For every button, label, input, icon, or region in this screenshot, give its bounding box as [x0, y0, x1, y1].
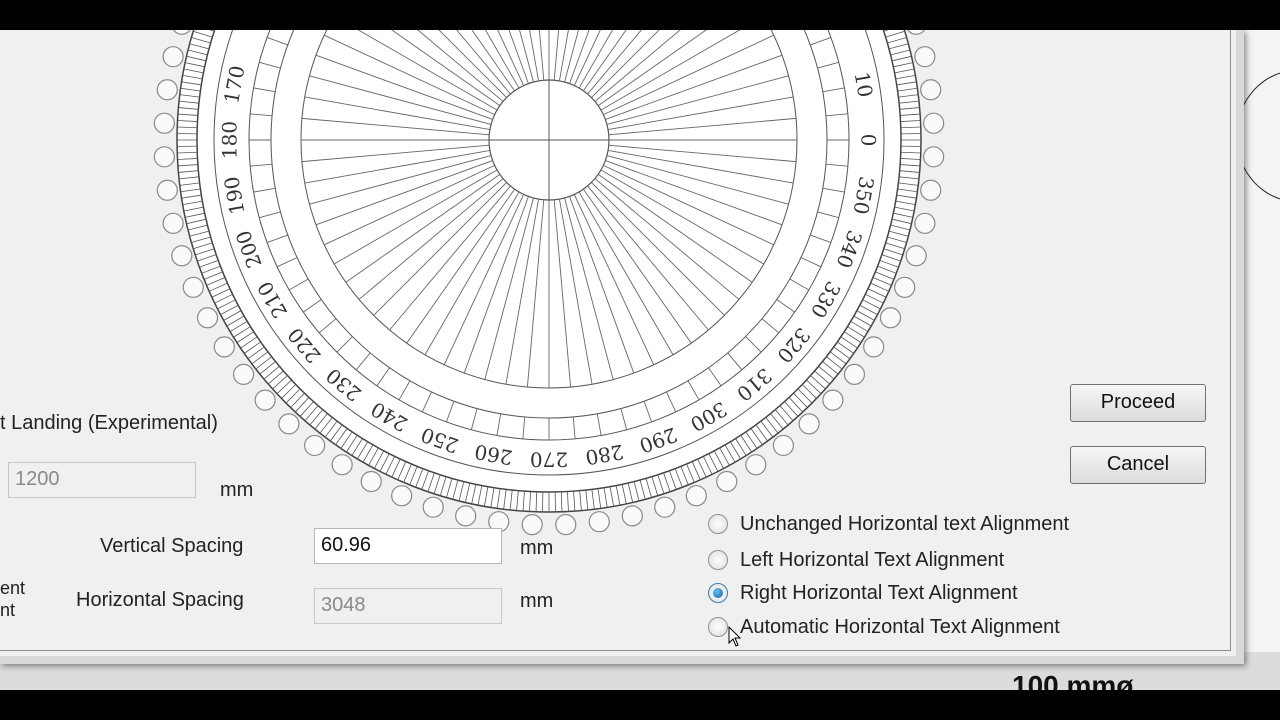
radio-button[interactable]: [708, 514, 728, 534]
left-value-field[interactable]: 1200: [8, 462, 196, 498]
clipped-left-text-2: nt: [0, 600, 16, 620]
degree-label: 0: [857, 134, 881, 147]
horizontal-spacing-unit: mm: [520, 590, 554, 612]
left-value-unit: mm: [220, 479, 254, 501]
radio-right-alignment[interactable]: Right Horizontal Text Alignment: [708, 578, 1018, 608]
degree-label: 270: [530, 448, 568, 472]
desktop: 100 mmø 0 10 170 180 190 200 210 220 230 240 250 26…: [0, 30, 1280, 690]
vertical-spacing-unit: mm: [520, 537, 554, 559]
protractor-graphic: 010170180190200210220230240250 260 270 280 2…: [153, 30, 945, 536]
radio-label: Right Horizontal Text Alignment: [740, 581, 1018, 604]
radio-unchanged-alignment[interactable]: Unchanged Horizontal text Alignment: [708, 509, 1069, 539]
dialog-client-area: 0 10 170 180 190 200 210 220 230 240 250 260 270 280 2…: [0, 30, 1231, 651]
radio-left-alignment[interactable]: Left Horizontal Text Alignment: [708, 545, 1004, 575]
proceed-button[interactable]: Proceed: [1070, 384, 1206, 422]
clipped-option-label: t Landing (Experimental): [0, 412, 218, 434]
cancel-button[interactable]: Cancel: [1070, 446, 1206, 484]
radio-label: Automatic Horizontal Text Alignment: [740, 615, 1060, 638]
radio-label: Unchanged Horizontal text Alignment: [740, 512, 1070, 535]
mouse-pointer-icon: [728, 626, 742, 647]
horizontal-spacing-field[interactable]: 3048: [314, 588, 502, 624]
radio-automatic-alignment[interactable]: Automatic Horizontal Text Alignment: [708, 612, 1060, 642]
horizontal-spacing-label: Horizontal Spacing: [76, 589, 244, 611]
degree-label: 180: [218, 121, 242, 159]
alignment-dialog: 0 10 170 180 190 200 210 220 230 240 250 260 270 280 2…: [0, 30, 1244, 664]
degree-label: 10: [850, 70, 878, 99]
vertical-spacing-label: Vertical Spacing: [100, 535, 244, 557]
background-dimension-text: 100 mmø: [1012, 670, 1134, 690]
radio-button[interactable]: [708, 550, 728, 570]
clipped-left-text-1: ent: [0, 578, 26, 598]
radio-label: Left Horizontal Text Alignment: [740, 548, 1005, 571]
radio-button[interactable]: [708, 617, 728, 637]
radio-button-selected[interactable]: [708, 583, 728, 603]
vertical-spacing-field[interactable]: 60.96: [314, 528, 502, 564]
